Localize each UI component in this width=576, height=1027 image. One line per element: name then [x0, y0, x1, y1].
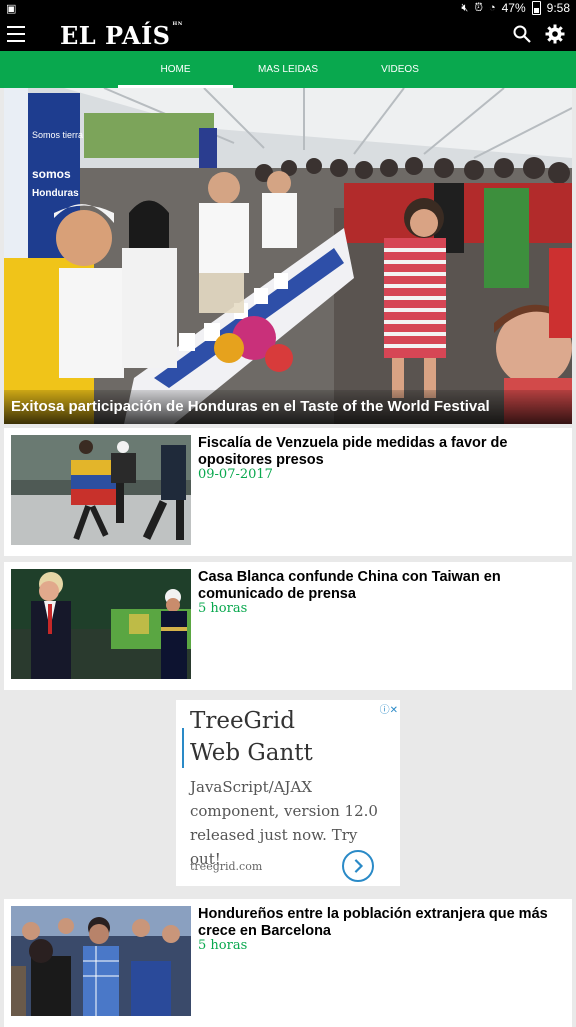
hero-article[interactable]: Somos tierra somos Honduras Exitosa part… — [4, 88, 572, 424]
search-icon[interactable] — [513, 25, 531, 43]
status-icons: 🔇︎ ⏰︎ ◔ 47% 9:58 — [461, 1, 570, 15]
banner-text-2: somos — [32, 167, 71, 181]
article-thumbnail — [11, 569, 191, 679]
hero-headline: Exitosa participación de Honduras en el … — [11, 398, 490, 415]
ad-accent-bar — [182, 728, 184, 768]
article-card[interactable]: Fiscalía de Venzuela pide medidas a favo… — [4, 428, 572, 556]
clock: 9:58 — [546, 1, 570, 15]
battery-icon — [531, 1, 541, 15]
article-card[interactable]: Hondureños entre la población extranjera… — [4, 899, 572, 1027]
battery-percent: 47% — [501, 1, 526, 15]
article-thumbnail — [11, 906, 191, 1016]
ad-brand-line2: Web Gantt — [190, 740, 313, 766]
article-title: Fiscalía de Venzuela pide medidas a favo… — [198, 435, 508, 468]
adchoices-icon[interactable]: ⓘ✕ — [380, 701, 398, 716]
menu-icon[interactable] — [7, 26, 25, 42]
article-card[interactable]: Casa Blanca confunde China con Taiwan en… — [4, 562, 572, 690]
hero-image: Somos tierra somos Honduras — [4, 88, 572, 424]
chevron-right-icon[interactable] — [342, 850, 374, 882]
logo-text: EL PAÍS — [60, 21, 171, 50]
article-date: 5 horas — [198, 938, 248, 953]
gear-icon[interactable] — [545, 24, 565, 44]
screenshot-icon: ▣ — [6, 2, 17, 15]
banner-text-3: Honduras — [32, 188, 79, 199]
tab-mas-leidas[interactable]: MAS LEIDAS — [233, 51, 343, 88]
logo: EL PAÍS HN — [60, 21, 183, 50]
tab-bar: HOME MAS LEIDAS VIDEOS — [0, 51, 576, 88]
ad-brand-line1: TreeGrid — [190, 708, 296, 734]
app-bar: EL PAÍS HN — [0, 18, 576, 51]
article-title: Hondureños entre la población extranjera… — [198, 906, 548, 939]
tab-videos[interactable]: VIDEOS — [345, 51, 455, 88]
article-thumbnail — [11, 435, 191, 545]
mute-icon: 🔇︎ — [461, 1, 469, 14]
tab-home[interactable]: HOME — [118, 51, 233, 88]
status-bar: ▣ 🔇︎ ⏰︎ ◔ 47% 9:58 — [0, 0, 576, 18]
article-date: 09-07-2017 — [198, 467, 273, 482]
wifi-icon: ◔ — [488, 2, 496, 14]
banner-text-1: Somos tierra — [32, 130, 83, 140]
article-title: Casa Blanca confunde China con Taiwan en… — [198, 569, 501, 602]
hero-caption: Exitosa participación de Honduras en el … — [4, 390, 572, 424]
article-date: 5 horas — [198, 601, 248, 616]
logo-suffix: HN — [172, 21, 183, 27]
ad-domain: treegrid.com — [190, 860, 263, 873]
alarm-icon: ⏰︎ — [474, 1, 483, 14]
ad-banner[interactable]: ⓘ✕ TreeGrid Web Gantt JavaScript/AJAX co… — [176, 700, 400, 886]
